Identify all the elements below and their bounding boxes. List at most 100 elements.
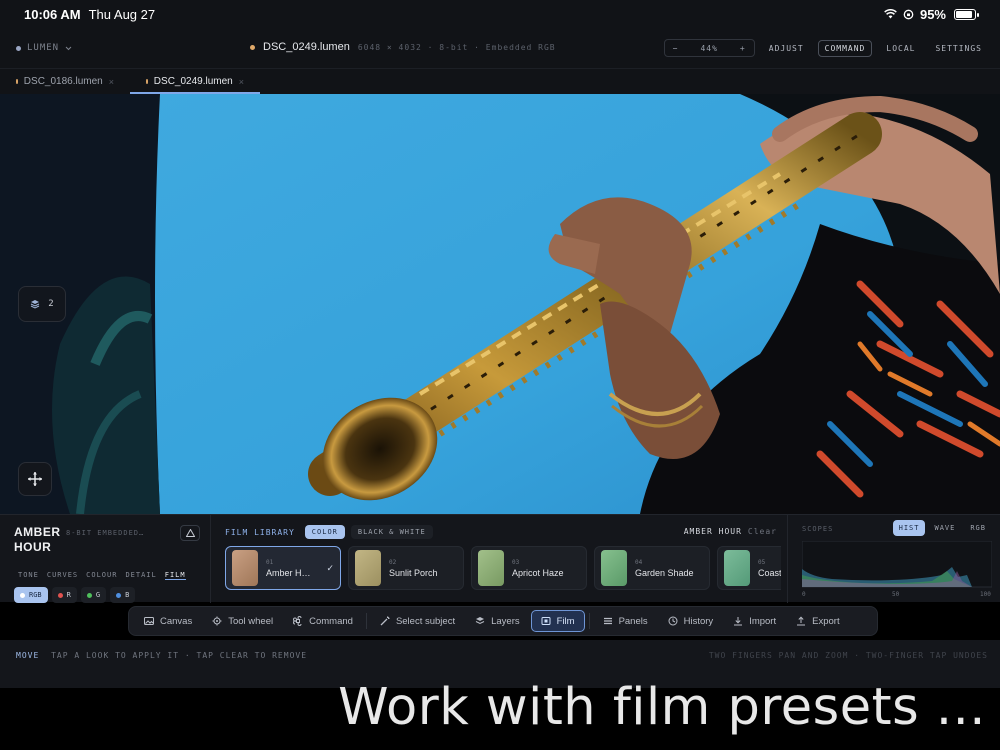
preset-card-amber-hour[interactable]: 01 Amber H… ✓ <box>225 546 341 590</box>
adjust-button[interactable]: ADJUST <box>763 41 810 56</box>
hint-left: MOVE TAP A LOOK TO APPLY IT · TAP CLEAR … <box>16 651 307 660</box>
channel-label: B <box>125 591 130 599</box>
gear-icon <box>212 616 222 626</box>
top-actions: − 44% + ADJUST COMMAND LOCAL SETTINGS <box>663 39 988 57</box>
history-label: History <box>683 615 714 627</box>
warning-icon <box>185 529 195 537</box>
move-tool-button[interactable] <box>18 462 52 496</box>
doc-status-dot-icon <box>250 44 255 50</box>
preset-card-coastal[interactable]: 05Coasta <box>717 546 781 590</box>
preset-swatch <box>355 550 381 586</box>
app-menu[interactable]: LUMEN <box>16 43 72 53</box>
app-menu-label: LUMEN <box>27 43 60 53</box>
preset-swatch <box>724 550 750 586</box>
scopes-tabs: HIST WAVE RGB <box>892 520 992 536</box>
preset-number: 04 <box>635 558 643 566</box>
channel-dot-icon <box>116 592 122 598</box>
command-button[interactable]: COMMAND <box>817 39 873 57</box>
filter-color[interactable]: COLOR <box>304 525 345 539</box>
select-subject-button[interactable]: Select subject <box>371 610 464 632</box>
scope-axis-0: 0 <box>802 591 806 597</box>
magic-wand-icon <box>380 616 390 626</box>
import-button[interactable]: Import <box>724 610 785 632</box>
layers-button[interactable]: Layers <box>466 610 529 632</box>
app-dot-icon <box>16 45 21 51</box>
doc-name: DSC_0249.lumen <box>263 41 350 53</box>
preset-swatch <box>478 550 504 586</box>
tab-tone[interactable]: TONE <box>18 571 39 580</box>
channel-dot-icon <box>86 592 92 598</box>
preset-swatch <box>601 550 627 586</box>
channel-r[interactable]: R <box>51 587 77 603</box>
canvas-button[interactable]: Canvas <box>135 610 201 632</box>
command-tool-button[interactable]: Command <box>284 610 362 632</box>
channel-label: RGB <box>29 591 42 599</box>
scope-axis-100: 100 <box>980 591 991 597</box>
film-button[interactable]: Film <box>530 610 585 632</box>
download-icon <box>734 617 743 626</box>
film-library-title: FILM LIBRARY <box>225 527 295 537</box>
tab-label: DSC_0249.lumen <box>153 76 233 87</box>
import-label: Import <box>749 615 777 627</box>
preset-name: Sunlit Porch <box>389 567 438 578</box>
warning-button[interactable] <box>180 525 200 541</box>
preset-number: 03 <box>512 558 520 566</box>
film-current: AMBER HOUR Clear <box>684 527 777 536</box>
photo-canvas[interactable]: 2 <box>0 94 1000 514</box>
document-title: DSC_0249.lumen 6048 × 4032 · 8-bit · Emb… <box>250 41 556 53</box>
film-library: FILM LIBRARY COLOR BLACK & WHITE AMBER H… <box>210 515 788 603</box>
zoom-control: − 44% + <box>663 39 755 57</box>
look-info: AMBER HOUR 8-BIT EMBEDDED… TONE CURVES C… <box>14 525 200 603</box>
channel-label: G <box>95 591 101 599</box>
scope-tab-hist[interactable]: HIST <box>892 520 926 536</box>
zoom-in-button[interactable]: + <box>732 44 754 53</box>
upload-icon <box>797 616 806 626</box>
hint-mode: MOVE <box>16 651 40 660</box>
preset-number: 02 <box>389 558 397 566</box>
preset-list: 01 Amber H… ✓ 02 Sunlit Porch 03 Apricot Ha… <box>225 546 781 590</box>
tab-colour[interactable]: COLOUR <box>86 571 117 580</box>
tool-wheel-button[interactable]: Tool wheel <box>203 610 282 632</box>
layers-label: Layers <box>491 615 520 627</box>
tab-dsc-0186[interactable]: DSC_0186.lumen × <box>0 69 130 94</box>
preset-name: Amber H… <box>266 567 311 578</box>
film-library-header: FILM LIBRARY COLOR BLACK & WHITE <box>225 525 433 539</box>
checkmark-icon: ✓ <box>326 563 334 573</box>
local-button[interactable]: LOCAL <box>880 41 921 56</box>
caption-area: Work with film presets ... <box>0 678 1000 750</box>
film-icon <box>541 617 551 625</box>
tab-dsc-0249[interactable]: DSC_0249.lumen × <box>130 69 260 94</box>
preset-card-sunlit-porch[interactable]: 02 Sunlit Porch <box>348 546 464 590</box>
channel-rgb[interactable]: RGB <box>14 587 48 603</box>
select-subject-label: Select subject <box>395 615 456 627</box>
panels-button[interactable]: Panels <box>594 610 657 632</box>
zoom-out-button[interactable]: − <box>665 44 687 53</box>
tab-label: DSC_0186.lumen <box>23 76 103 87</box>
document-tabs: DSC_0186.lumen × DSC_0249.lumen × <box>0 68 1000 94</box>
filter-black-white[interactable]: BLACK & WHITE <box>350 525 433 539</box>
history-button[interactable]: History <box>659 610 723 632</box>
export-button[interactable]: Export <box>787 610 848 632</box>
scope-tab-wave[interactable]: WAVE <box>928 520 961 536</box>
layers-count-button[interactable]: 2 <box>18 286 66 322</box>
channel-b[interactable]: B <box>110 587 136 603</box>
close-icon[interactable]: × <box>109 77 114 87</box>
scopes-panel: SCOPES HIST WAVE RGB 0 50 100 <box>796 515 1000 603</box>
adjust-tabs: TONE CURVES COLOUR DETAIL FILM <box>18 571 186 580</box>
tab-film[interactable]: FILM <box>164 571 186 580</box>
close-icon[interactable]: × <box>239 77 244 87</box>
tab-detail[interactable]: DETAIL <box>125 571 156 580</box>
settings-button[interactable]: SETTINGS <box>929 41 988 56</box>
panels-label: Panels <box>618 615 648 627</box>
clock-icon <box>668 616 678 626</box>
channel-label: R <box>66 591 71 599</box>
export-label: Export <box>812 615 840 627</box>
preset-card-garden-shade[interactable]: 04 Garden Shade <box>594 546 710 590</box>
adjust-panel: AMBER HOUR 8-BIT EMBEDDED… TONE CURVES C… <box>0 514 1000 603</box>
scope-tab-rgb[interactable]: RGB <box>964 520 992 536</box>
clear-button[interactable]: Clear <box>748 527 777 536</box>
channel-g[interactable]: G <box>80 587 107 603</box>
preset-card-apricot-haze[interactable]: 03 Apricot Haze <box>471 546 587 590</box>
status-right: 95% <box>884 7 979 22</box>
tab-curves[interactable]: CURVES <box>47 571 78 580</box>
